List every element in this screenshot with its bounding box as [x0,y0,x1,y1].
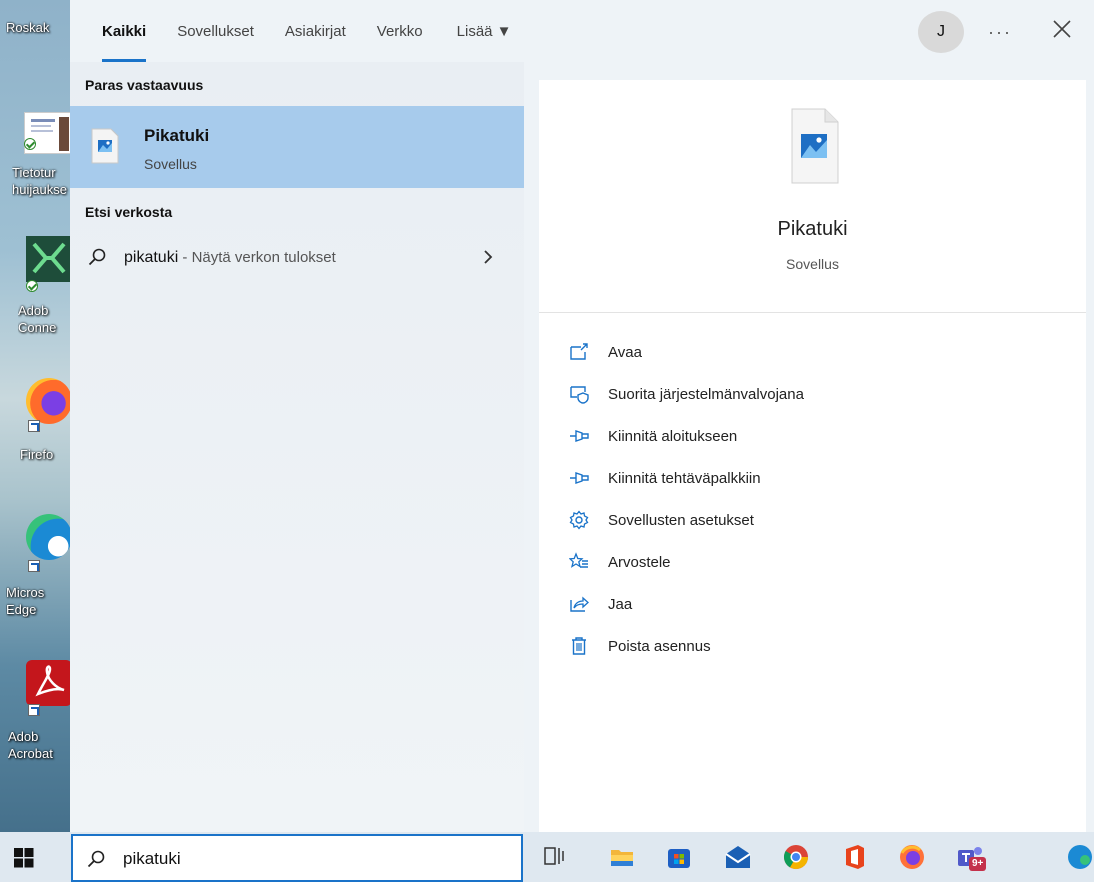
task-view-icon[interactable] [540,843,568,871]
app-file-icon [90,128,120,164]
pin-icon [570,472,589,484]
action-label: Kiinnitä tehtäväpalkkiin [608,470,761,487]
taskbar: pikatuki 9+ [0,832,1094,882]
action-label: Sovellusten asetukset [608,512,754,529]
edge-taskbar-icon[interactable] [1066,843,1094,871]
mail-icon[interactable] [724,843,752,871]
web-search-term: pikatuki [124,249,179,266]
teams-notification-badge: 9+ [969,857,987,871]
action-label: Avaa [608,344,642,361]
action-label: Jaa [608,596,633,613]
firefox-taskbar-icon[interactable] [898,843,926,871]
trash-icon [572,637,586,655]
chevron-right-icon[interactable] [482,248,494,266]
action-share[interactable]: Jaa [565,590,1065,618]
app-large-icon [791,108,839,184]
pin-icon [570,430,589,442]
firefox-icon [26,378,72,424]
action-label: Kiinnitä aloitukseen [608,428,738,445]
store-icon[interactable] [665,843,693,871]
action-pin-to-start[interactable]: Kiinnitä aloitukseen [565,422,1065,450]
tab-label: Verkko [376,22,423,40]
action-run-as-admin[interactable]: Suorita järjestelmänvalvojana [565,380,1065,408]
close-icon [1053,20,1071,38]
search-icon [87,850,105,868]
preview-app-type: Sovellus [786,256,839,272]
desktop-icon-label: Firefo [20,447,54,462]
web-search-hint: - Näytä verkon tulokset [178,249,336,266]
sync-check-icon [26,280,38,292]
tab-sovellukset[interactable]: Sovellukset [177,0,254,62]
edge-icon [26,514,72,560]
web-search-text: pikatuki - Näytä verkon tulokset [124,249,336,267]
windows-logo-icon [14,848,34,868]
adobe-connect-icon [26,236,72,282]
search-icon [88,248,106,266]
best-match-heading: Paras vastaavuus [85,77,204,93]
action-app-settings[interactable]: Sovellusten asetukset [565,506,1065,534]
shortcut-arrow-icon [28,704,40,716]
search-panel: Kaikki Sovellukset Asiakirjat Verkko Lis… [70,0,1094,832]
chrome-icon[interactable] [782,843,810,871]
web-search-result[interactable]: pikatuki - Näytä verkon tulokset [70,236,524,280]
star-list-icon [569,552,588,568]
action-label: Poista asennus [608,638,711,655]
desktop-icon-label: Roskak [6,20,50,35]
tab-label: Kaikki [102,22,147,40]
divider [539,312,1086,313]
tab-label: Lisää ▼ [456,22,512,40]
taskbar-search-box[interactable]: pikatuki [71,834,523,882]
web-search-heading: Etsi verkosta [85,204,173,220]
teams-icon[interactable]: 9+ [956,843,987,871]
avatar-initial: J [937,23,945,40]
desktop-icon-label: Micros Edge [6,585,45,617]
action-uninstall[interactable]: Poista asennus [565,632,1065,660]
share-icon [570,596,589,612]
admin-shield-icon [570,386,589,404]
tab-asiakirjat[interactable]: Asiakirjat [285,0,346,62]
start-button[interactable] [14,848,34,868]
acrobat-icon [26,660,72,706]
avatar[interactable]: J [918,11,964,53]
sync-check-icon [24,138,36,150]
desktop-icon-label: Adob Acrobat [8,729,53,761]
desktop-icon-label: Tietotur huijaukse [12,165,67,197]
tab-label: Sovellukset [177,22,254,40]
best-match-type: Sovellus [144,156,197,172]
file-explorer-icon[interactable] [608,843,636,871]
action-open[interactable]: Avaa [565,338,1065,366]
best-match-name: Pikatuki [144,126,210,145]
action-pin-to-taskbar[interactable]: Kiinnitä tehtäväpalkkiin [565,464,1065,492]
action-rate[interactable]: Arvostele [565,548,1065,576]
action-label: Suorita järjestelmänvalvojana [608,386,804,403]
close-button[interactable] [1050,14,1074,44]
tab-verkko[interactable]: Verkko [377,0,423,62]
preview-app-name: Pikatuki [777,218,848,240]
gear-icon [569,510,589,530]
best-match-result[interactable]: Pikatuki Sovellus [70,106,524,188]
shortcut-arrow-icon [28,560,40,572]
tab-kaikki[interactable]: Kaikki [102,0,147,62]
preview-pane: Pikatuki Sovellus Avaa Suorita järjestel… [539,80,1086,832]
search-input[interactable]: pikatuki [123,849,181,869]
tab-lisaa-dropdown[interactable]: Lisää ▼ [457,0,512,62]
action-label: Arvostele [608,554,671,571]
office-icon[interactable] [840,843,868,871]
tab-label: Asiakirjat [284,22,346,40]
shortcut-arrow-icon [28,420,40,432]
more-options-icon[interactable]: ··· [988,22,1012,43]
desktop: Roskak Tietotur huijaukse Adob Conne Fir… [0,0,72,832]
open-icon [570,343,588,360]
desktop-icon-label: Adob Conne [18,303,57,335]
